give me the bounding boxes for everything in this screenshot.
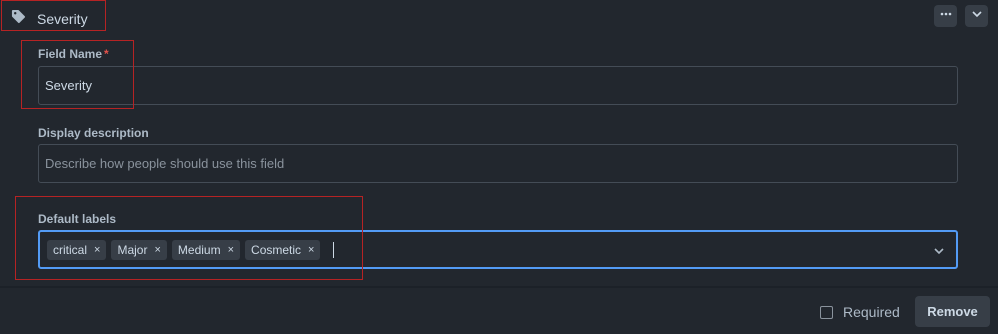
default-labels-label: Default labels xyxy=(38,212,117,226)
kebab-horizontal-icon xyxy=(940,7,952,25)
required-marker: * xyxy=(104,47,109,61)
field-name-label-text: Field Name xyxy=(38,47,103,61)
chip-label: Medium xyxy=(177,242,221,257)
display-description-placeholder: Describe how people should use this fiel… xyxy=(45,156,285,171)
field-name-input[interactable]: Severity xyxy=(38,66,958,105)
field-header[interactable]: Severity xyxy=(0,0,998,32)
default-labels-input[interactable]: critical × Major × Medium × Cosmetic × xyxy=(38,230,958,269)
label-chip: critical × xyxy=(47,239,107,260)
chevron-down-icon xyxy=(971,7,983,25)
field-type: Severity xyxy=(11,9,88,29)
label-chip: Medium × xyxy=(171,239,241,260)
tag-icon xyxy=(11,9,26,29)
required-label: Required xyxy=(843,304,900,320)
field-name-value: Severity xyxy=(45,78,92,93)
label-chip: Major × xyxy=(111,239,167,260)
display-description-input[interactable]: Describe how people should use this fiel… xyxy=(38,144,958,183)
chevron-down-icon[interactable] xyxy=(933,244,945,256)
more-options-button[interactable] xyxy=(934,5,957,27)
chip-label: Major xyxy=(117,242,148,257)
required-checkbox[interactable] xyxy=(820,305,833,319)
remove-chip-icon[interactable]: × xyxy=(154,244,160,256)
collapse-button[interactable] xyxy=(965,5,988,27)
required-toggle[interactable]: Required xyxy=(820,304,900,320)
display-description-label: Display description xyxy=(38,126,149,140)
chip-label: critical xyxy=(53,242,88,257)
remove-chip-icon[interactable]: × xyxy=(308,244,314,256)
footer-divider xyxy=(0,286,998,288)
field-name-label: Field Name * xyxy=(38,47,109,61)
remove-chip-icon[interactable]: × xyxy=(228,244,234,256)
remove-chip-icon[interactable]: × xyxy=(94,244,100,256)
label-chip: Cosmetic × xyxy=(245,239,321,260)
field-title: Severity xyxy=(37,11,88,27)
chip-label: Cosmetic xyxy=(251,242,302,257)
text-caret xyxy=(333,241,335,258)
remove-button[interactable]: Remove xyxy=(915,296,990,327)
